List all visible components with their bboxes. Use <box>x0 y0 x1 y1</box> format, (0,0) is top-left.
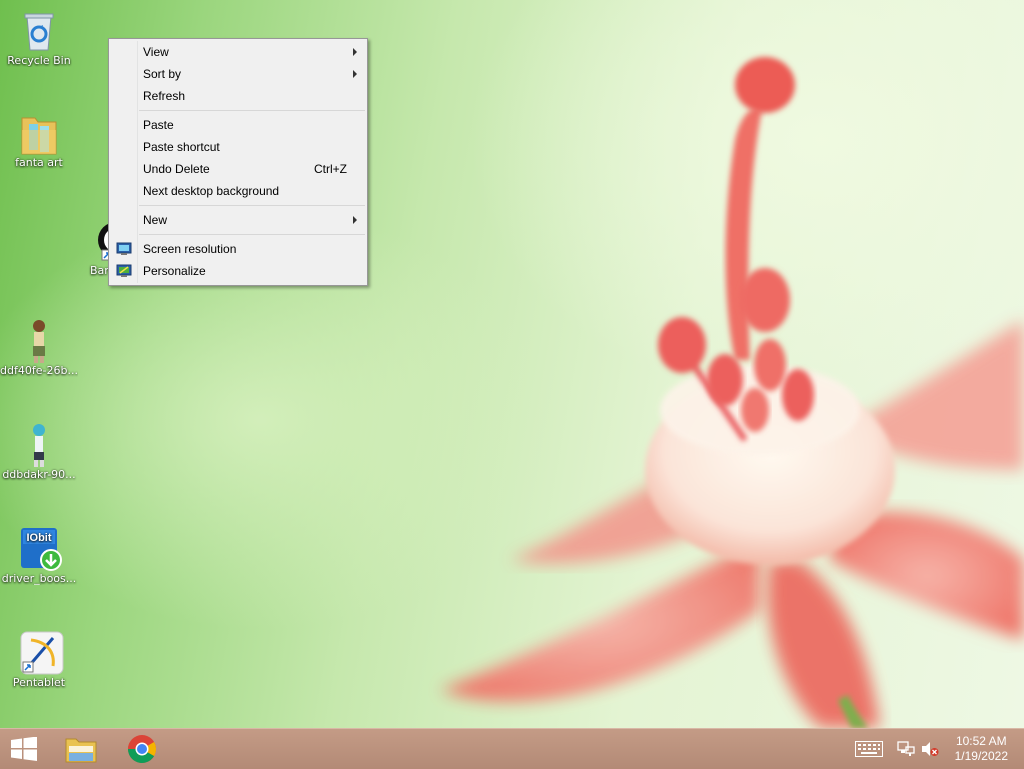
menu-item-label: Paste shortcut <box>143 140 220 154</box>
clock-time: 10:52 AM <box>955 734 1007 748</box>
volume-muted-icon <box>921 741 939 760</box>
pentablet-icon <box>19 630 64 675</box>
menu-item-label: Next desktop background <box>143 184 280 198</box>
menu-item-refresh[interactable]: Refresh <box>111 85 365 107</box>
desktop-icon-fanta-art[interactable]: fanta art <box>0 110 78 169</box>
desktop-icon-recycle-bin[interactable]: Recycle Bin <box>0 8 78 67</box>
folder-icon <box>65 735 97 766</box>
desktop-icon-pentablet[interactable]: Pentablet <box>0 630 78 689</box>
desktop-icon-driver-booster[interactable]: IObit driver_boos... <box>0 526 78 585</box>
menu-item-label: Screen resolution <box>143 242 237 256</box>
clock-date: 1/19/2022 <box>954 749 1008 763</box>
desktop-icon-label: Pentablet <box>12 676 66 689</box>
menu-item-next-desktop-background[interactable]: Next desktop background <box>111 180 365 202</box>
menu-item-label: Personalize <box>143 264 206 278</box>
volume-tray-button[interactable] <box>918 729 940 769</box>
menu-item-label: Refresh <box>143 89 186 103</box>
desktop-icon-ddf40fe[interactable]: ddf40fe-26b... <box>0 318 78 377</box>
menu-item-label: Undo Delete <box>143 162 210 176</box>
submenu-arrow-icon <box>353 48 357 56</box>
taskbar-chrome-button[interactable] <box>118 729 168 769</box>
taskbar-file-explorer-button[interactable] <box>56 729 106 769</box>
menu-separator <box>139 205 365 206</box>
menu-item-new[interactable]: New <box>111 209 365 231</box>
submenu-arrow-icon <box>353 216 357 224</box>
desktop-icon-ddbdakr[interactable]: ddbdakr-90... <box>0 422 78 481</box>
personalize-icon <box>116 263 132 279</box>
menu-item-label: View <box>143 45 169 59</box>
start-button[interactable] <box>0 729 48 769</box>
desktop-icon-label: driver_boos... <box>1 572 77 585</box>
network-tray-button[interactable] <box>894 729 916 769</box>
desktop-icon-label: Recycle Bin <box>7 54 71 67</box>
keyboard-icon <box>855 741 883 760</box>
desktop-icon-label: ddbdakr-90... <box>2 468 76 481</box>
menu-item-personalize[interactable]: Personalize <box>111 260 365 282</box>
recycle-bin-icon <box>19 8 59 52</box>
shortcut-app-icon <box>72 218 134 262</box>
tray-clock[interactable]: 10:52 AM 1/19/2022 <box>955 734 1008 764</box>
windows-logo-icon <box>10 736 38 764</box>
menu-item-label: Paste <box>143 118 174 132</box>
desktop-icon-label: ddf40fe-26b... <box>0 364 78 377</box>
menu-item-label: New <box>143 213 168 227</box>
desktop[interactable]: Recycle Bin fanta art Bar ddf40fe-26b...… <box>0 0 1024 728</box>
submenu-arrow-icon <box>353 70 357 78</box>
menu-item-shortcut: Ctrl+Z <box>314 162 347 176</box>
menu-item-sort-by[interactable]: Sort by <box>111 63 365 85</box>
touch-keyboard-button[interactable] <box>852 729 886 769</box>
image-file-icon <box>19 318 59 363</box>
menu-separator <box>139 110 365 111</box>
screen-resolution-icon <box>116 241 132 257</box>
network-icon <box>897 741 915 760</box>
menu-separator <box>139 234 365 235</box>
folder-icon <box>19 110 59 155</box>
chrome-icon <box>127 734 157 767</box>
menu-item-undo-delete[interactable]: Undo Delete Ctrl+Z <box>111 158 365 180</box>
menu-item-screen-resolution[interactable]: Screen resolution <box>111 238 365 260</box>
taskbar: 10:52 AM 1/19/2022 <box>0 728 1024 769</box>
iobit-badge-text: IObit <box>26 532 51 544</box>
image-file-icon <box>19 422 59 467</box>
menu-item-paste-shortcut[interactable]: Paste shortcut <box>111 136 365 158</box>
iobit-installer-icon: IObit <box>19 526 62 571</box>
desktop-context-menu: View Sort by Refresh Paste Paste shortcu… <box>108 38 368 286</box>
menu-item-view[interactable]: View <box>111 41 365 63</box>
menu-item-paste[interactable]: Paste <box>111 114 365 136</box>
menu-item-label: Sort by <box>143 67 182 81</box>
